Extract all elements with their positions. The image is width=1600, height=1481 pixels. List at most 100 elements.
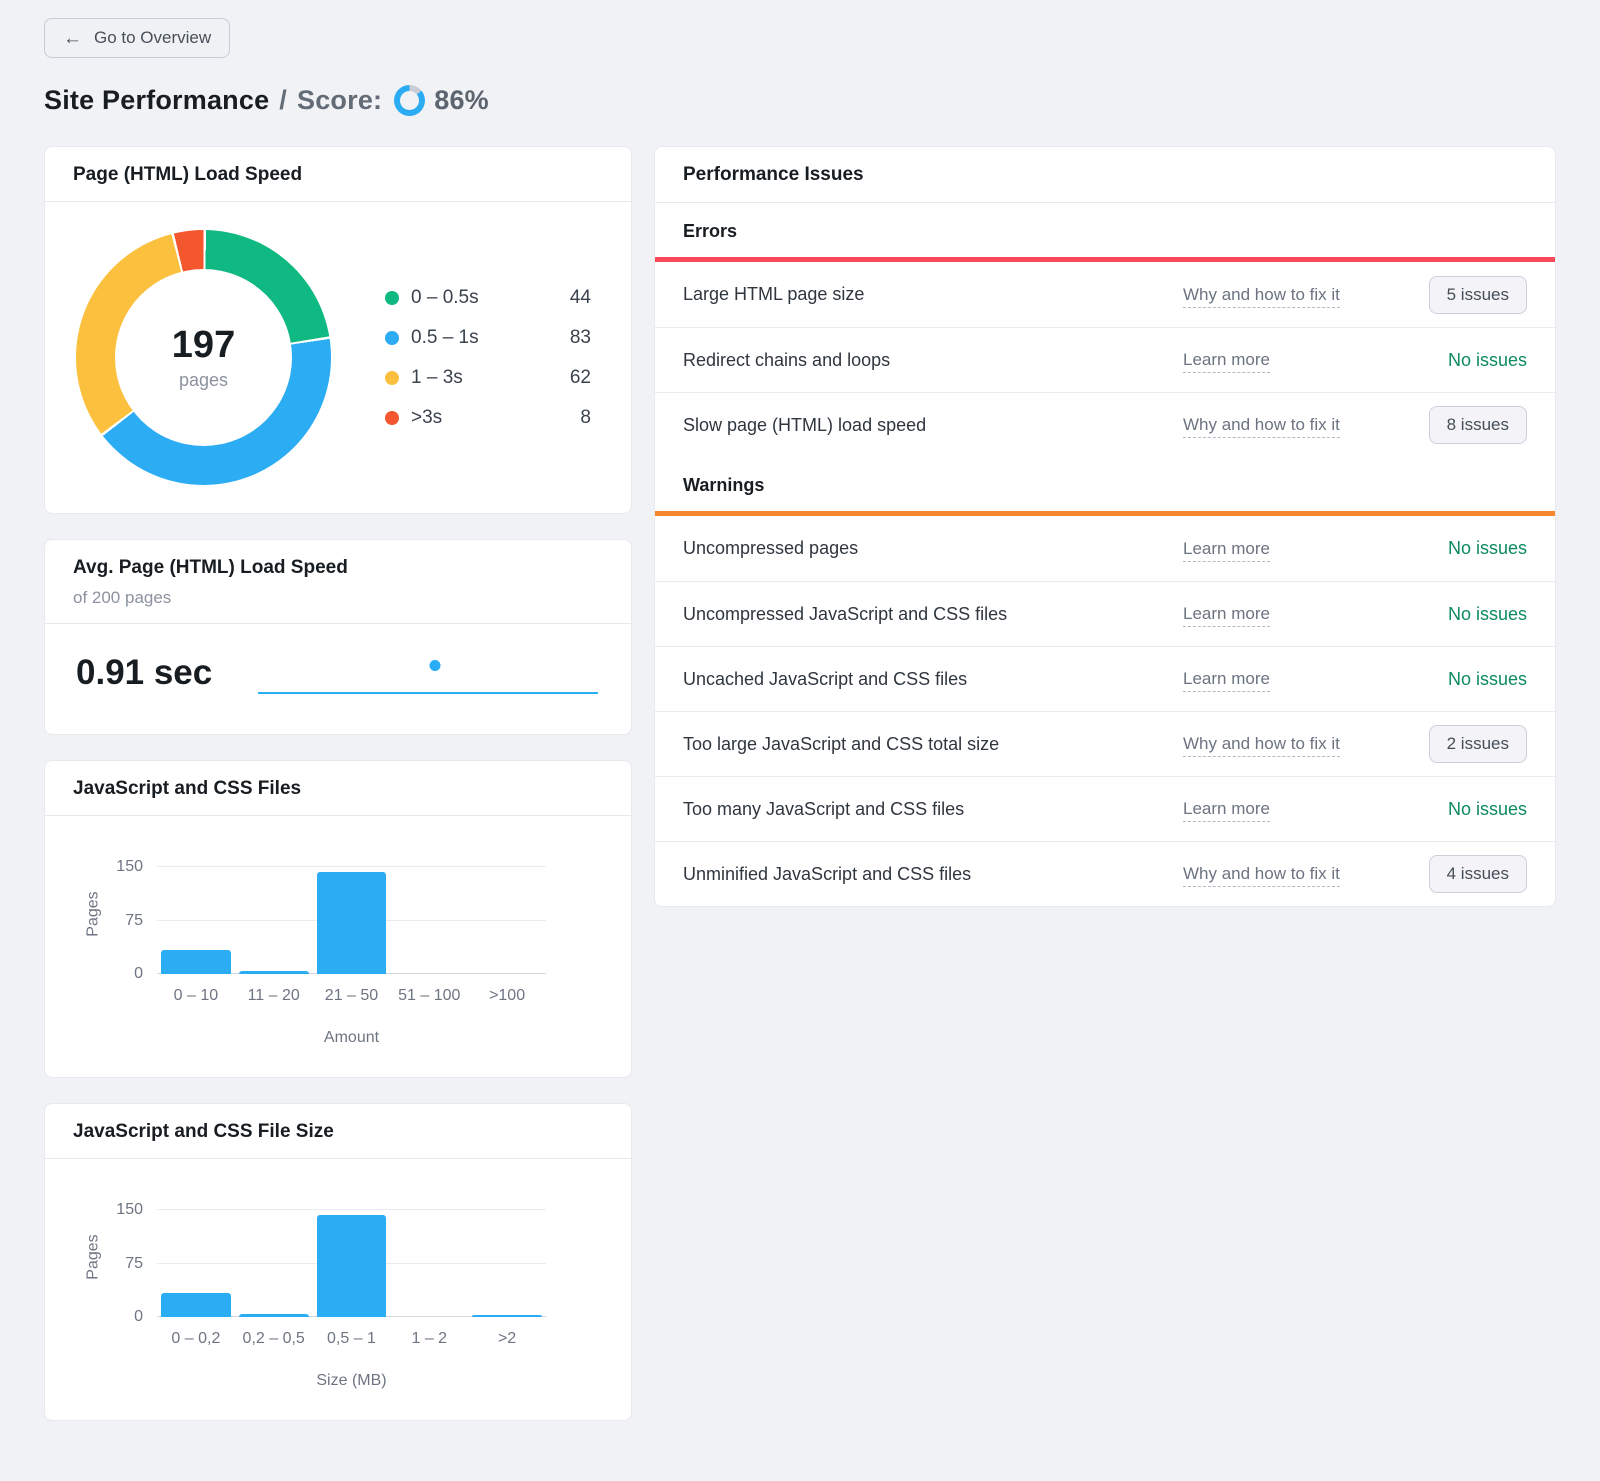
issue-name: Uncompressed pages	[683, 538, 1183, 559]
issues-section-rows: Large HTML page sizeWhy and how to fix i…	[655, 262, 1555, 457]
issue-link-cell: Learn more	[1183, 350, 1448, 370]
legend-item: >3s8	[385, 407, 591, 429]
issue-count-button[interactable]: 5 issues	[1429, 276, 1527, 314]
legend-item: 0.5 – 1s83	[385, 327, 591, 349]
js-css-file-size-title: JavaScript and CSS File Size	[73, 1121, 603, 1143]
issue-help-link[interactable]: Learn more	[1183, 799, 1270, 822]
title-separator: /	[279, 85, 287, 116]
bar-slot	[157, 856, 235, 974]
issue-name: Uncached JavaScript and CSS files	[683, 669, 1183, 690]
y-tick-label: 0	[134, 965, 143, 983]
no-issues-label: No issues	[1448, 538, 1527, 558]
legend-dot	[385, 371, 399, 385]
issues-section-rows: Uncompressed pagesLearn moreNo issuesUnc…	[655, 516, 1555, 906]
issue-name: Unminified JavaScript and CSS files	[683, 864, 1183, 885]
issue-status-cell: No issues	[1448, 669, 1527, 690]
issue-name: Too large JavaScript and CSS total size	[683, 734, 1183, 755]
legend-label: 1 – 3s	[411, 367, 551, 389]
issue-row: Slow page (HTML) load speedWhy and how t…	[655, 392, 1555, 457]
x-tick-label: 0,2 – 0,5	[235, 1330, 313, 1348]
bar	[317, 1215, 387, 1317]
y-tick-label: 75	[125, 1255, 143, 1273]
page-title-text: Site Performance	[44, 85, 269, 116]
bar-slot	[157, 1199, 235, 1317]
issue-link-cell: Learn more	[1183, 799, 1448, 819]
legend-dot	[385, 411, 399, 425]
issue-row: Uncompressed JavaScript and CSS filesLea…	[655, 581, 1555, 646]
performance-issues-header: Performance Issues	[655, 147, 1555, 202]
js-size-chart: Pages075150 0 – 0,20,2 – 0,50,5 – 11 – 2>…	[45, 1159, 631, 1420]
issue-link-cell: Why and how to fix it	[1183, 285, 1429, 305]
issue-status-cell: No issues	[1448, 538, 1527, 559]
avg-load-speed-title: Avg. Page (HTML) Load Speed	[73, 557, 603, 579]
donut-center: 197 pages	[115, 269, 292, 446]
issue-name: Uncompressed JavaScript and CSS files	[683, 604, 1183, 625]
avg-load-speed-header: Avg. Page (HTML) Load Speed of 200 pages	[45, 540, 631, 623]
issue-row: Redirect chains and loopsLearn more No is…	[655, 327, 1555, 392]
bar-slot	[468, 856, 546, 974]
js-css-files-header: JavaScript and CSS Files	[45, 761, 631, 815]
x-tick-label: 51 – 100	[390, 987, 468, 1005]
legend-label: 0.5 – 1s	[411, 327, 551, 349]
issue-count-button[interactable]: 2 issues	[1429, 725, 1527, 763]
issue-help-link[interactable]: Learn more	[1183, 604, 1270, 627]
issue-help-link[interactable]: Learn more	[1183, 669, 1270, 692]
js-files-chart: Pages075150 0 – 1011 – 2021 – 5051 – 100>…	[45, 816, 631, 1077]
page-load-speed-title: Page (HTML) Load Speed	[73, 164, 603, 186]
issue-help-link[interactable]: Why and how to fix it	[1183, 864, 1340, 887]
issue-link-cell: Learn more	[1183, 539, 1448, 559]
issue-help-link[interactable]: Why and how to fix it	[1183, 285, 1340, 308]
legend-item: 1 – 3s62	[385, 367, 591, 389]
issue-link-cell: Why and how to fix it	[1183, 864, 1429, 884]
issue-count-button[interactable]: 4 issues	[1429, 855, 1527, 893]
bar-slot	[235, 1199, 313, 1317]
load-speed-legend: 0 – 0.5s440.5 – 1s831 – 3s62>3s8	[385, 287, 591, 429]
avg-load-speed-subtitle: of 200 pages	[73, 588, 603, 608]
y-tick-label: 150	[116, 1201, 143, 1219]
bar-plot: Pages075150	[157, 856, 546, 974]
issue-help-link[interactable]: Learn more	[1183, 350, 1270, 373]
donut-total-pages: 197	[172, 324, 235, 367]
issue-count-button[interactable]: 8 issues	[1429, 406, 1527, 444]
legend-value: 8	[551, 407, 591, 429]
issue-status-cell: No issues	[1448, 350, 1527, 371]
issue-row: Large HTML page sizeWhy and how to fix i…	[655, 262, 1555, 327]
y-tick-label: 75	[125, 912, 143, 930]
legend-dot	[385, 291, 399, 305]
js-css-files-card: JavaScript and CSS Files Pages075150 0 – …	[44, 760, 632, 1078]
bar-plot: Pages075150	[157, 1199, 546, 1317]
issue-status-cell: 8 issues	[1429, 406, 1527, 444]
legend-value: 44	[551, 287, 591, 309]
issue-name: Redirect chains and loops	[683, 350, 1183, 371]
x-tick-labels: 0 – 1011 – 2021 – 5051 – 100>100	[157, 987, 546, 1005]
js-css-files-title: JavaScript and CSS Files	[73, 778, 603, 800]
legend-value: 62	[551, 367, 591, 389]
legend-label: >3s	[411, 407, 551, 429]
x-tick-label: 21 – 50	[313, 987, 391, 1005]
issues-column: Performance Issues ErrorsLarge HTML page…	[654, 146, 1556, 907]
issue-help-link[interactable]: Why and how to fix it	[1183, 734, 1340, 757]
bar	[472, 1315, 542, 1317]
x-tick-label: >2	[468, 1330, 546, 1348]
bar-slot	[313, 856, 391, 974]
bar-slot	[390, 1199, 468, 1317]
issue-status-cell: No issues	[1448, 799, 1527, 820]
issue-status-cell: No issues	[1448, 604, 1527, 625]
issue-help-link[interactable]: Learn more	[1183, 539, 1270, 562]
x-tick-labels: 0 – 0,20,2 – 0,50,5 – 11 – 2>2	[157, 1330, 546, 1348]
y-tick-label: 0	[134, 1308, 143, 1326]
avg-load-speed-card: Avg. Page (HTML) Load Speed of 200 pages…	[44, 539, 632, 735]
issue-link-cell: Learn more	[1183, 669, 1448, 689]
go-to-overview-button[interactable]: ← Go to Overview	[44, 18, 230, 58]
charts-column: Page (HTML) Load Speed 197 pages 0 – 0.5…	[44, 146, 632, 1421]
legend-dot	[385, 331, 399, 345]
score-label: Score:	[297, 85, 382, 116]
issue-status-cell: 4 issues	[1429, 855, 1527, 893]
bar	[161, 950, 231, 974]
issue-help-link[interactable]: Why and how to fix it	[1183, 415, 1340, 438]
no-issues-label: No issues	[1448, 604, 1527, 624]
bar	[317, 872, 387, 974]
avg-load-speed-sparkline	[258, 642, 598, 704]
bar-slot	[468, 1199, 546, 1317]
load-speed-donut: 197 pages	[76, 230, 331, 485]
